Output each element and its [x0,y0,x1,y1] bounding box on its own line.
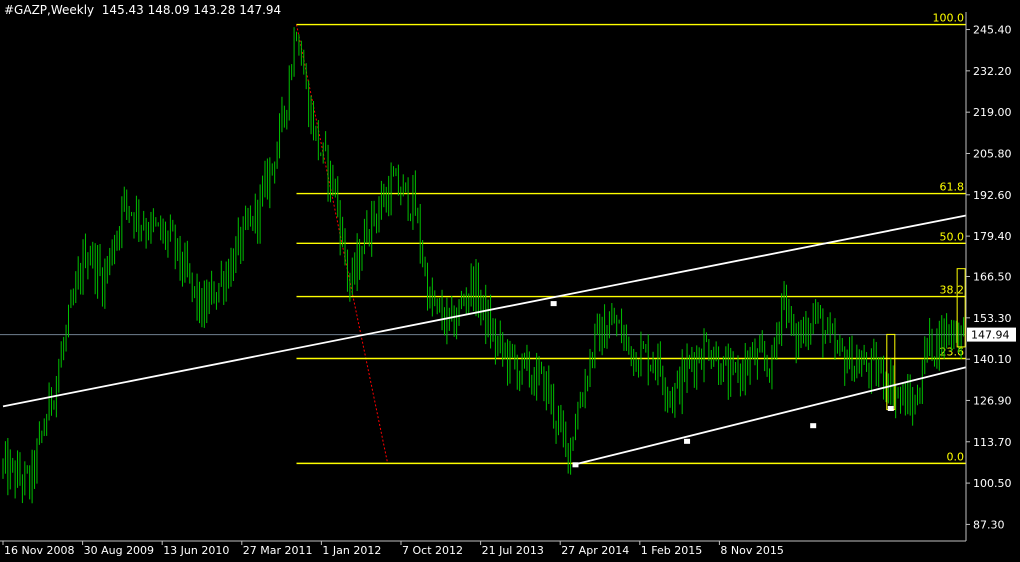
fibo-level-label: 0.0 [947,450,965,463]
y-tick-label: 205.80 [973,147,1012,160]
channel-anchor-marker[interactable] [550,301,557,307]
x-tick-label: 27 Apr 2014 [561,544,629,557]
chart-header: #GAZP,Weekly 145.43 148.09 143.28 147.94 [4,3,281,17]
y-tick-label: 153.30 [973,312,1012,325]
y-tick-label: 219.00 [973,106,1012,119]
y-tick-label: 232.20 [973,65,1012,78]
y-tick-label: 140.10 [973,353,1012,366]
x-tick-label: 30 Aug 2009 [84,544,154,557]
x-tick-label: 21 Jul 2013 [482,544,544,557]
current-price-text: 147.94 [971,329,1010,342]
x-tick-label: 7 Oct 2012 [402,544,463,557]
x-tick-label: 27 Mar 2011 [243,544,313,557]
y-tick-label: 179.40 [973,230,1012,243]
symbol-timeframe: #GAZP,Weekly [4,3,95,17]
current-price-label: 147.94 [967,327,1016,342]
y-tick-label: 166.50 [973,271,1012,284]
y-tick-label: 87.30 [973,518,1005,531]
fibo-level-label: 100.0 [933,12,965,25]
y-tick-label: 113.70 [973,436,1012,449]
fibo-level-label: 50.0 [940,230,965,243]
x-tick-label: 13 Jun 2010 [163,544,229,557]
chart-background [0,0,1020,562]
channel-anchor-marker[interactable] [684,438,691,444]
ohlc-values: 145.43 148.09 143.28 147.94 [101,3,282,17]
channel-anchor-marker[interactable] [810,423,817,429]
y-tick-label: 245.40 [973,24,1012,37]
x-tick-label: 1 Jan 2012 [322,544,381,557]
y-tick-label: 192.60 [973,189,1012,202]
y-tick-label: 100.50 [973,477,1012,490]
x-tick-label: 8 Nov 2015 [720,544,783,557]
fibo-level-label: 38.2 [940,284,965,297]
x-tick-label: 1 Feb 2015 [641,544,702,557]
price-chart[interactable]: 100.061.850.038.223.60.0 245.40232.20219… [0,0,1020,562]
channel-anchor-marker[interactable] [887,405,894,411]
y-tick-label: 126.90 [973,394,1012,407]
x-tick-label: 16 Nov 2008 [4,544,74,557]
fibo-level-label: 61.8 [940,181,965,194]
channel-anchor-marker[interactable] [572,462,579,468]
